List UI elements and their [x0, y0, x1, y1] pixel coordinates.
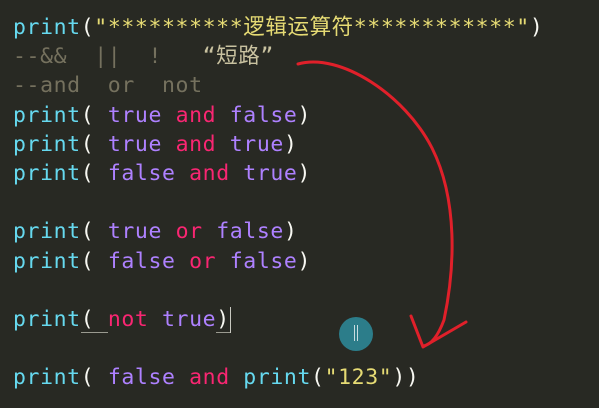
annotation-arrow-shaft: [296, 60, 454, 348]
code-editor[interactable]: print("**********逻辑运算符************") --&&…: [0, 0, 599, 408]
red-curved-arrow-icon: [296, 60, 468, 349]
